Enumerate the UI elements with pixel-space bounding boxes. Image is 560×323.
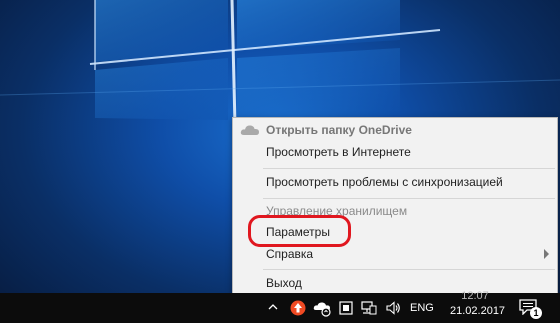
cloud-icon [240,125,259,135]
onedrive-context-menu: Открыть папку OneDrive Просмотреть в Инт… [232,117,558,296]
notification-count-badge: 1 [530,307,542,319]
taskbar: ENG 12:07 21.02.2017 1 [0,290,560,323]
submenu-arrow-icon [544,249,549,259]
menu-item-label: Открыть папку OneDrive [266,123,412,137]
onedrive-sync-icon[interactable] [313,299,333,317]
menu-separator [263,168,555,169]
menu-item-label: Просмотреть в Интернете [266,145,411,159]
network-icon[interactable] [361,301,377,315]
volume-icon[interactable] [385,300,401,316]
menu-separator [263,198,555,199]
language-indicator[interactable]: ENG [410,293,434,323]
menu-item-view-sync-problems[interactable]: Просмотреть проблемы с синхронизацией [233,171,557,193]
upload-arrow-icon[interactable] [290,300,306,316]
clock-date: 21.02.2017 [450,305,506,317]
process-icon[interactable] [339,301,353,315]
annotation-highlight-ring [248,215,351,247]
menu-item-open-onedrive-folder[interactable]: Открыть папку OneDrive [233,119,557,141]
menu-separator [263,269,555,270]
menu-item-label: Выход [266,276,302,290]
chevron-up-icon[interactable] [268,304,278,310]
clock-time: 12:07 [461,290,489,302]
menu-item-exit[interactable]: Выход [233,272,557,294]
menu-item-label: Справка [266,247,314,261]
menu-item-label: Просмотреть проблемы с синхронизацией [266,175,503,189]
menu-item-view-online[interactable]: Просмотреть в Интернете [233,141,557,163]
